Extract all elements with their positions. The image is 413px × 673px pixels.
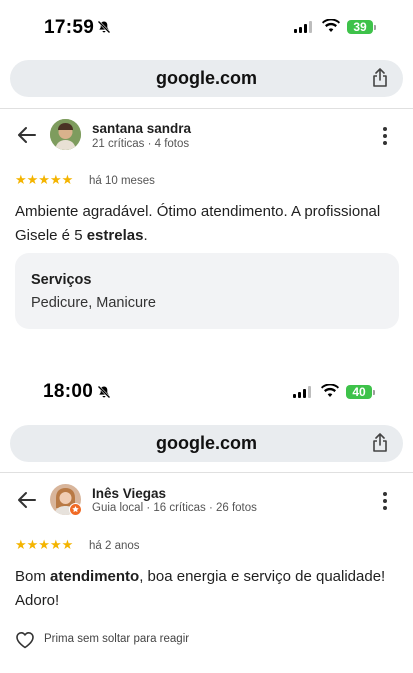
- url-text: google.com: [155, 433, 257, 453]
- react-hint: Prima sem soltar para reagir: [44, 633, 190, 645]
- review-date: há 10 meses: [89, 175, 155, 187]
- back-arrow-icon[interactable]: [17, 126, 37, 144]
- battery-level: 39: [347, 20, 373, 34]
- divider: [0, 472, 413, 473]
- back-arrow-icon[interactable]: [17, 491, 37, 509]
- battery-icon: 40: [346, 385, 375, 399]
- review-text: Ambiente agradável. Ótimo atendimento. A…: [15, 200, 400, 248]
- review-text-bold: estrelas: [86, 227, 144, 244]
- review-text: Bom atendimento, boa energia e serviço d…: [15, 565, 405, 613]
- address-bar[interactable]: google.com: [10, 60, 403, 97]
- share-icon[interactable]: [371, 433, 389, 453]
- star-rating: ★★★★★: [15, 172, 74, 187]
- services-box: Serviços Pedicure, Manicure: [15, 253, 399, 329]
- battery-level: 40: [346, 385, 372, 399]
- signal-icon: [294, 21, 312, 33]
- review-text-part: Ambiente agradável. Ótimo atendimento. A…: [15, 203, 381, 244]
- status-time: 17:59: [44, 17, 95, 38]
- divider: [0, 108, 413, 109]
- more-options-icon[interactable]: [383, 492, 387, 510]
- more-options-icon[interactable]: [383, 127, 387, 145]
- review-text-part: .: [143, 227, 148, 244]
- bell-muted-icon: [97, 385, 111, 399]
- reviewer-meta: Guia local · 16 críticas · 26 fotos: [92, 502, 257, 514]
- wifi-icon: [321, 384, 339, 397]
- bell-muted-icon: [97, 20, 111, 34]
- review-text-part: Bom: [15, 568, 51, 585]
- reviewer-name[interactable]: Inês Viegas: [92, 486, 166, 501]
- review-date: há 2 anos: [89, 540, 140, 552]
- services-value: Pedicure, Manicure: [31, 295, 156, 311]
- avatar[interactable]: [50, 484, 82, 516]
- status-time: 18:00: [43, 381, 94, 402]
- share-icon[interactable]: [371, 68, 389, 88]
- signal-icon: [293, 386, 311, 398]
- heart-icon[interactable]: [15, 631, 35, 649]
- battery-icon: 39: [347, 20, 376, 34]
- reviewer-meta: 21 críticas · 4 fotos: [92, 138, 190, 150]
- url-text: google.com: [155, 68, 257, 88]
- star-rating: ★★★★★: [15, 537, 74, 552]
- services-title: Serviços: [31, 272, 92, 288]
- local-guide-badge-icon: [69, 503, 82, 516]
- reviewer-name[interactable]: santana sandra: [92, 121, 191, 136]
- review-text-bold: atendimento: [50, 568, 140, 585]
- address-bar[interactable]: google.com: [10, 425, 403, 462]
- wifi-icon: [322, 19, 340, 32]
- avatar[interactable]: [50, 119, 81, 150]
